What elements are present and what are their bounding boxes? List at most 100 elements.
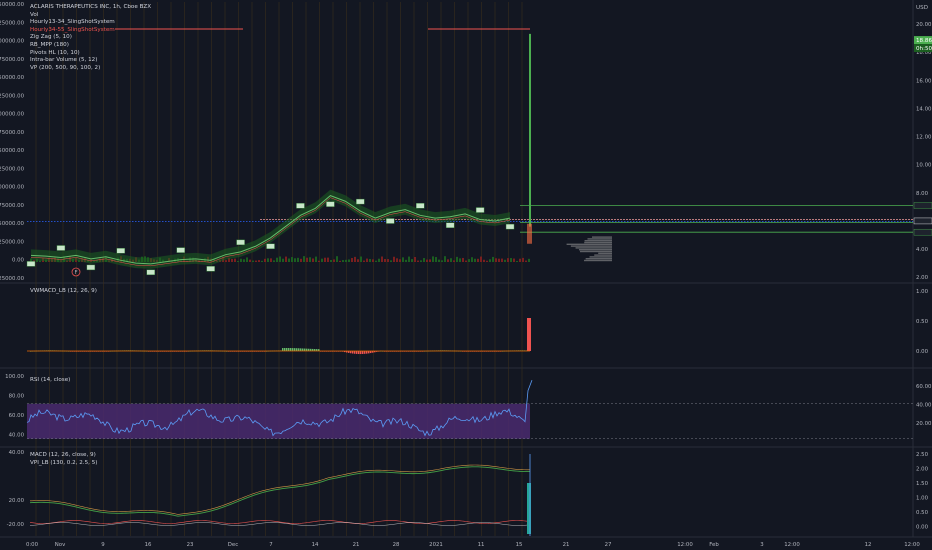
volume-profile-bar xyxy=(566,243,612,246)
volume-bar xyxy=(414,256,416,262)
volume-bar xyxy=(261,260,263,262)
macd-pane-label[interactable]: MACD (12, 26, close, 9) xyxy=(30,452,96,458)
volume-bar xyxy=(291,257,293,262)
volume-bar xyxy=(375,260,377,262)
volume-bar xyxy=(282,258,284,262)
rsi-pane-label[interactable]: RSI (14, close) xyxy=(30,377,70,383)
volume-bar xyxy=(405,259,407,262)
volume-bar xyxy=(315,256,317,262)
vpi-spike-bar xyxy=(527,483,531,534)
price-axis-tick: 4.00 xyxy=(916,247,929,253)
indicator-label-vol[interactable]: Vol xyxy=(30,12,151,20)
price-axis-tick: 16.00 xyxy=(916,78,932,84)
pivot-marker-box xyxy=(266,243,275,250)
volume-bar xyxy=(300,258,302,262)
pivot-marker-box xyxy=(56,245,66,251)
indicator-label-rb-mpp[interactable]: RB_MPP (180) xyxy=(30,42,151,50)
time-axis-tick: 12:00 xyxy=(784,542,800,548)
vwmacd-axis-tick: 0.50 xyxy=(916,319,929,325)
vwmacd-bar xyxy=(356,351,358,354)
volume-bar xyxy=(294,258,296,262)
volume-bar xyxy=(297,257,299,262)
vwmacd-bar xyxy=(298,348,300,351)
volume-bar xyxy=(285,256,287,262)
vwmacd-bar xyxy=(290,348,292,351)
time-axis-tick: 16 xyxy=(145,542,152,548)
volume-bar xyxy=(258,260,260,262)
volume-bar xyxy=(438,259,440,262)
vpi-pane-label[interactable]: VPI_LB (130, 0.2, 2.5, 5) xyxy=(30,460,97,466)
volume-bar xyxy=(480,256,482,262)
volume-bar xyxy=(402,257,404,262)
rsi-left-axis-tick: 80.00 xyxy=(9,394,25,400)
indicator-label-intrabar-volume[interactable]: Intra-bar Volume (5, 12) xyxy=(30,57,151,65)
volume-bar xyxy=(483,259,485,262)
chart-canvas[interactable]: 20.0018.0016.0014.0012.0010.008.006.004.… xyxy=(0,0,932,550)
volume-bar xyxy=(396,258,398,262)
price-axis-tick: 10.00 xyxy=(916,163,932,169)
pivot-marker-box xyxy=(475,207,485,213)
indicator-label-pivots[interactable]: Pivots HL (10, 10) xyxy=(30,50,151,58)
volume-bar xyxy=(243,259,245,262)
volume-bar xyxy=(456,256,458,262)
volume-bar xyxy=(237,260,239,262)
volume-axis-tick: 125000.00 xyxy=(0,166,25,172)
volume-bar xyxy=(306,257,308,262)
vwmacd-bar xyxy=(360,351,362,355)
volume-bar xyxy=(486,260,488,262)
level-tag xyxy=(913,217,932,225)
volume-bar xyxy=(225,260,227,262)
volume-bar xyxy=(393,256,395,262)
indicator-label-zigzag[interactable]: Zig Zag (5, 10) xyxy=(30,34,151,42)
volume-bar xyxy=(429,259,431,262)
volume-bar xyxy=(519,258,521,262)
volume-bar xyxy=(252,260,254,262)
time-axis-tick: 21 xyxy=(563,542,570,548)
volume-bar xyxy=(447,259,449,262)
pivot-marker-box xyxy=(416,203,425,209)
pivot-marker-box xyxy=(116,248,126,254)
pivot-marker-box xyxy=(326,201,335,207)
vwmacd-bar xyxy=(294,348,296,351)
vwmacd-bar xyxy=(288,348,290,351)
vwmacd-pane-label[interactable]: VWMACD_LB (12, 26, 9) xyxy=(30,288,97,294)
macd-left-axis-tick: 20.00 xyxy=(9,498,25,504)
volume-bar xyxy=(363,260,365,262)
time-axis-tick: 3 xyxy=(760,542,763,548)
volume-bar xyxy=(492,256,494,262)
rsi-right-axis-tick: 60.00 xyxy=(916,384,932,390)
volume-profile-bar xyxy=(578,249,612,251)
volume-bar xyxy=(381,256,383,262)
vertical-session-lines xyxy=(35,2,523,536)
volume-bar xyxy=(324,257,326,262)
volume-bar xyxy=(318,260,320,262)
volume-bar xyxy=(387,259,389,262)
volume-axis-tick: 225000.00 xyxy=(0,93,25,99)
rsi-left-axis-tick: 100.00 xyxy=(5,374,24,380)
pivot-marker-box xyxy=(86,264,96,271)
volume-bar xyxy=(498,258,500,262)
macd-line xyxy=(29,466,531,517)
volume-bar xyxy=(357,259,359,262)
volume-axis-tick: 275000.00 xyxy=(0,57,25,63)
rsi-right-axis-tick: 20.00 xyxy=(916,421,932,427)
indicator-label-vp[interactable]: VP (200, 500, 90, 100, 2) xyxy=(30,65,151,73)
volume-bar xyxy=(453,260,455,262)
pivot-marker-box xyxy=(296,203,305,209)
vwmacd-axis-tick: 1.00 xyxy=(916,289,929,295)
macd-left-axis-tick: -20.00 xyxy=(7,522,25,528)
volume-axis-tick: 0.00 xyxy=(12,258,25,264)
pivot-marker-box xyxy=(206,266,215,272)
indicator-label-slingshot-34-55[interactable]: Hourly34-55_SlingShotSystem xyxy=(30,27,151,35)
price-axis-tick: 8.00 xyxy=(916,191,929,197)
vwmacd-bar xyxy=(358,351,360,355)
volume-bar xyxy=(384,258,386,262)
macd-right-axis-tick: 1.00 xyxy=(916,496,929,502)
volume-bar xyxy=(525,260,527,262)
volume-bar xyxy=(522,257,524,262)
volume-axis-tick: 50000.00 xyxy=(0,221,25,227)
price-axis-tick: 20.00 xyxy=(916,22,932,28)
vwmacd-bar xyxy=(292,348,294,351)
volume-bar xyxy=(330,259,332,262)
indicator-label-slingshot-13-34[interactable]: Hourly13-34_SlingShotSystem xyxy=(30,19,151,27)
